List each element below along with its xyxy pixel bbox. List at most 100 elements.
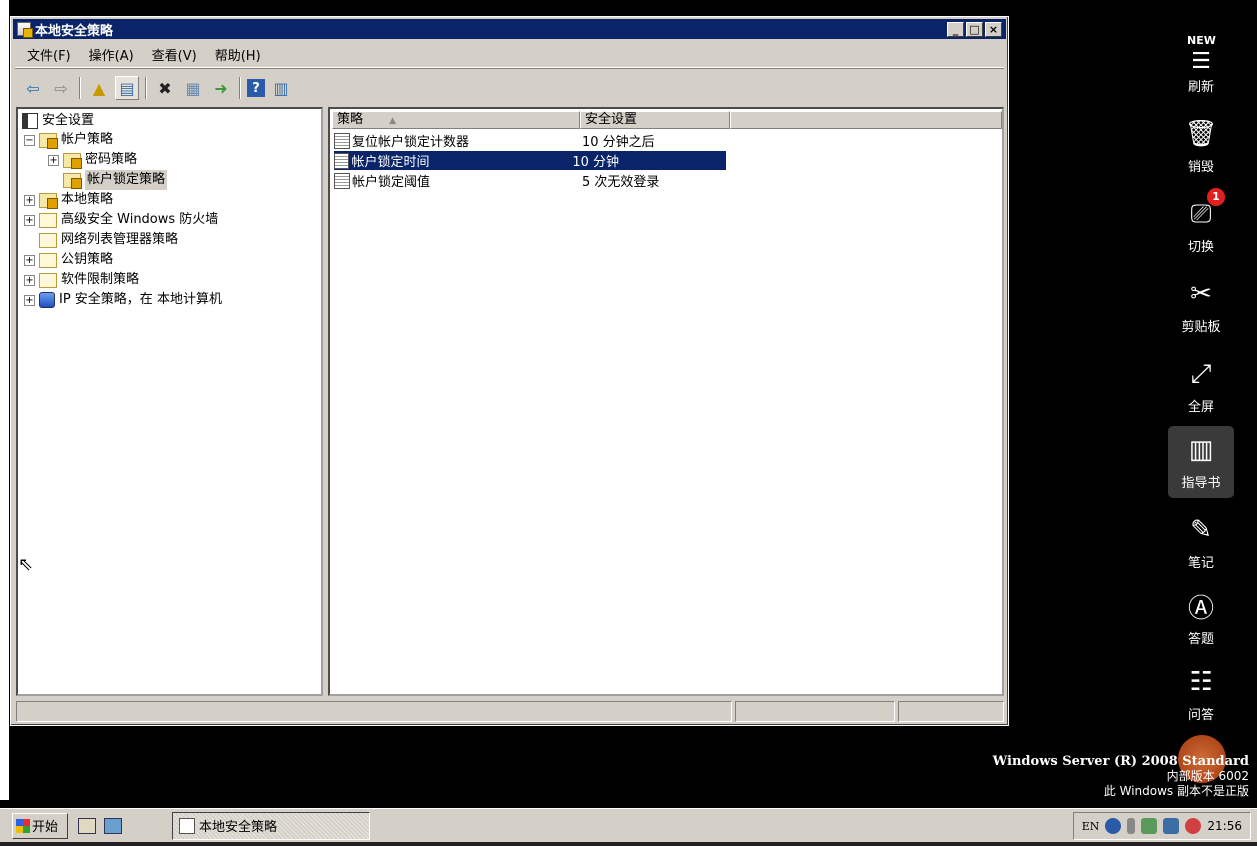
clock[interactable]: 21:56: [1207, 819, 1242, 833]
tree-item-ip-security[interactable]: + IP 安全策略，在 本地计算机: [24, 290, 222, 310]
help-tray-icon[interactable]: [1105, 818, 1122, 834]
tree-item-label: 帐户锁定策略: [85, 170, 168, 190]
help-icon[interactable]: ?: [247, 79, 265, 97]
title-bar[interactable]: 本地安全策略 _ □ ×: [13, 19, 1006, 39]
tree-item-label: IP 安全策略，在 本地计算机: [59, 292, 222, 307]
toolbar: ⇦ ⇨ ▲ ▤ ✖ ▦ ➜ ? ▥: [15, 73, 1004, 103]
tree-root-label: 安全设置: [42, 113, 95, 128]
expand-icon[interactable]: +: [24, 194, 35, 206]
toolbar-separator: [239, 77, 241, 99]
expand-icon[interactable]: +: [24, 274, 35, 286]
expand-icon[interactable]: +: [24, 294, 35, 306]
sidebar-destroy[interactable]: 🗑 销毁: [1168, 110, 1234, 182]
tree-item-network-list[interactable]: 网络列表管理器策略: [39, 230, 178, 250]
show-hide-tree-icon[interactable]: ▤: [115, 76, 139, 100]
list-row-selected[interactable]: 帐户锁定时间 10 分钟: [334, 151, 726, 170]
sidebar-fullscreen[interactable]: ⤢ 全屏: [1168, 350, 1234, 422]
sidebar-label: 刷新: [1187, 80, 1214, 95]
export-list-icon[interactable]: ➜: [209, 76, 233, 100]
local-security-policy-window: 本地安全策略 _ □ × 文件(F) 操作(A) 查看(V) 帮助(H) ⇦ ⇨…: [10, 16, 1009, 726]
volume-muted-icon[interactable]: [1185, 818, 1202, 834]
trash-icon: 🗑: [1184, 119, 1218, 149]
minimize-button[interactable]: _: [947, 22, 964, 37]
forward-arrow-icon[interactable]: ⇨: [49, 76, 73, 100]
ime-icon[interactable]: [1127, 818, 1136, 834]
sidebar-notes[interactable]: ✎ 笔记: [1168, 506, 1234, 578]
left-edge-strip: [0, 0, 9, 800]
tree-item-software-restriction[interactable]: + 软件限制策略: [24, 270, 139, 290]
server-manager-icon[interactable]: [78, 817, 96, 834]
policy-icon: [334, 152, 350, 169]
sidebar-clipboard[interactable]: ✂ 剪贴板: [1168, 270, 1234, 342]
window-title: 本地安全策略: [35, 23, 114, 39]
tree-item-account-policy[interactable]: − 帐户策略: [24, 130, 113, 150]
display-icon[interactable]: [1163, 818, 1180, 834]
show-action-pane-icon[interactable]: ▥: [269, 76, 293, 100]
sidebar-qa[interactable]: ☷ 问答: [1168, 658, 1234, 730]
policy-setting: 5 次无效登录: [582, 175, 660, 190]
policy-name: 帐户锁定时间: [351, 155, 430, 170]
sidebar-label: 笔记: [1187, 556, 1214, 571]
up-folder-icon[interactable]: ▲: [87, 76, 111, 100]
policy-setting: 10 分钟之后: [582, 135, 655, 150]
language-indicator[interactable]: EN: [1082, 820, 1100, 833]
taskbar-task-local-security-policy[interactable]: 本地安全策略: [172, 811, 370, 840]
column-setting[interactable]: 安全设置: [580, 111, 730, 129]
policy-name: 复位帐户锁定计数器: [352, 135, 470, 150]
list-row[interactable]: 帐户锁定阈值 5 次无效登录: [334, 171, 742, 190]
list-row[interactable]: 复位帐户锁定计数器 10 分钟之后: [334, 131, 742, 150]
collapse-icon[interactable]: −: [24, 134, 35, 146]
tree-item-label: 软件限制策略: [61, 272, 140, 287]
show-desktop-icon[interactable]: [104, 817, 122, 834]
tree-root[interactable]: 安全设置: [22, 111, 94, 131]
qa-icon: ☷: [1189, 667, 1213, 697]
expand-icon[interactable]: +: [48, 154, 59, 166]
pen-icon: ✎: [1190, 515, 1212, 545]
expand-icon[interactable]: +: [24, 214, 35, 226]
sidebar-guide[interactable]: ▥ 指导书: [1168, 426, 1234, 498]
expand-icon[interactable]: +: [24, 254, 35, 266]
policy-icon: [334, 172, 350, 189]
sidebar-label: 切换: [1187, 240, 1214, 255]
menu-view[interactable]: 查看(V): [152, 45, 197, 64]
sidebar-answer[interactable]: Ⓐ 答题: [1168, 582, 1234, 654]
status-panel: [735, 701, 895, 722]
menu-file[interactable]: 文件(F): [27, 45, 71, 64]
menu-bar: 文件(F) 操作(A) 查看(V) 帮助(H): [15, 42, 1004, 68]
tree-item-account-lockout-policy[interactable]: 帐户锁定策略: [63, 170, 168, 190]
network-icon[interactable]: [1141, 818, 1158, 834]
policy-setting: 10 分钟: [572, 155, 620, 170]
delete-icon[interactable]: ✖: [153, 76, 177, 100]
new-badge-icon: NEW ☰: [1187, 34, 1216, 74]
menu-help[interactable]: 帮助(H): [215, 45, 261, 64]
switch-icon: ⎚ 1: [1181, 188, 1225, 234]
tree-item-local-policy[interactable]: + 本地策略: [24, 190, 113, 210]
sidebar-refresh[interactable]: NEW ☰ 刷新: [1168, 30, 1234, 102]
status-panel: [898, 701, 1004, 722]
column-policy[interactable]: 策略 ▲: [332, 111, 580, 129]
windows-logo-icon: [16, 818, 30, 833]
taskbar: 开始 本地安全策略 EN 21:56: [0, 808, 1257, 842]
close-button[interactable]: ×: [985, 22, 1002, 37]
sidebar-label: 全屏: [1187, 400, 1214, 415]
policy-folder-icon: [39, 192, 58, 209]
tree-item-public-key[interactable]: + 公钥策略: [24, 250, 113, 270]
sidebar-label: 问答: [1187, 708, 1214, 723]
toolbar-separator: [145, 77, 147, 99]
sidebar-switch[interactable]: ⎚ 1 切换: [1168, 188, 1234, 262]
tree-item-password-policy[interactable]: + 密码策略: [48, 150, 137, 170]
tree-item-label: 帐户策略: [61, 132, 114, 147]
properties-icon[interactable]: ▦: [181, 76, 205, 100]
list-pane: 策略 ▲ 安全设置 复位帐户锁定计数器 10 分钟之后 帐户锁定时间 10 分钟…: [328, 107, 1004, 696]
maximize-button[interactable]: □: [966, 22, 983, 37]
menu-action[interactable]: 操作(A): [89, 45, 134, 64]
start-button[interactable]: 开始: [12, 812, 68, 839]
policy-folder-icon: [63, 152, 82, 169]
folder-icon: [39, 272, 57, 288]
back-arrow-icon[interactable]: ⇦: [21, 76, 45, 100]
tree-item-firewall[interactable]: + 高级安全 Windows 防火墙: [24, 210, 218, 230]
folder-icon: [39, 232, 57, 248]
policy-icon: [334, 132, 350, 149]
policy-folder-icon: [39, 132, 58, 149]
bottom-border: [0, 842, 1257, 846]
